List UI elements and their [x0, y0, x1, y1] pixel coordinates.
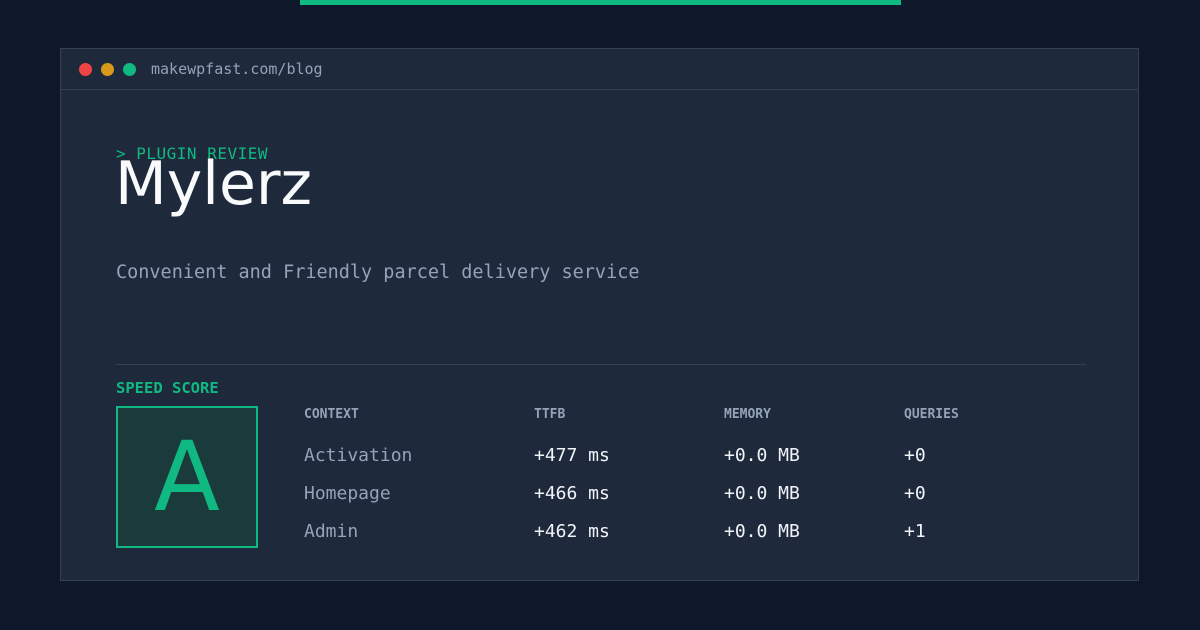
row-admin-memory: +0.0 MB [724, 521, 800, 542]
row-admin-context: Admin [304, 521, 359, 542]
page-title: Mylerz [115, 149, 313, 219]
close-dot-icon[interactable] [79, 62, 92, 76]
column-header-context: CONTEXT [304, 407, 359, 422]
row-homepage-queries: +0 [904, 483, 926, 504]
browser-window: makewpfast.com/blog > PLUGIN REVIEW Myle… [60, 48, 1139, 581]
column-header-queries: QUERIES [904, 407, 959, 422]
row-activation-queries: +0 [904, 445, 926, 466]
column-header-memory: MEMORY [724, 407, 771, 422]
row-homepage-context: Homepage [304, 483, 391, 504]
row-homepage-memory: +0.0 MB [724, 483, 800, 504]
row-homepage-ttfb: +466 ms [534, 483, 610, 504]
row-admin-queries: +1 [904, 521, 926, 542]
row-activation-ttfb: +477 ms [534, 445, 610, 466]
window-titlebar: makewpfast.com/blog [61, 49, 1138, 90]
speed-grade: A [154, 421, 220, 533]
speed-grade-box: A [116, 406, 258, 548]
speed-score-label: SPEED SCORE [116, 379, 219, 397]
row-activation-memory: +0.0 MB [724, 445, 800, 466]
page-subtitle: Convenient and Friendly parcel delivery … [116, 262, 640, 283]
top-accent-bar [300, 0, 901, 5]
row-admin-ttfb: +462 ms [534, 521, 610, 542]
row-activation-context: Activation [304, 445, 413, 466]
column-header-ttfb: TTFB [534, 407, 566, 422]
maximize-dot-icon[interactable] [123, 62, 136, 76]
section-divider [116, 364, 1086, 365]
minimize-dot-icon[interactable] [101, 62, 114, 76]
window-url: makewpfast.com/blog [151, 60, 323, 78]
